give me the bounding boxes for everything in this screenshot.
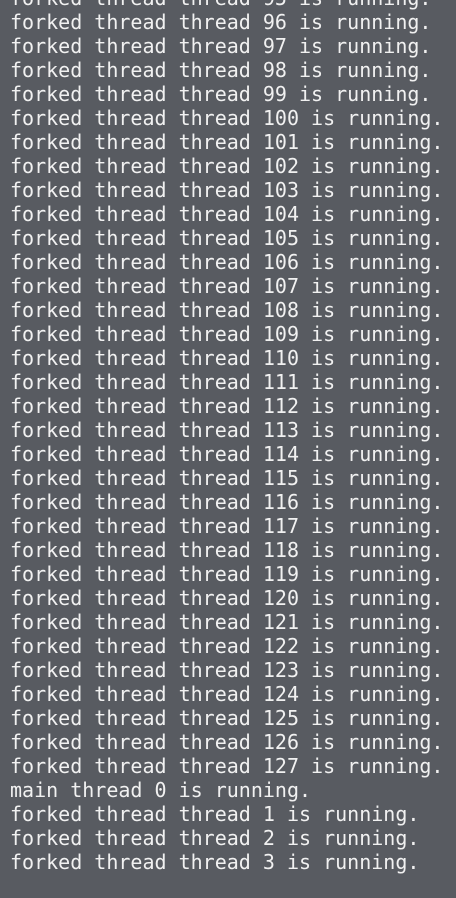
terminal-line: forked thread thread 114 is running.: [10, 442, 444, 466]
terminal-line: forked thread thread 115 is running.: [10, 466, 444, 490]
terminal-line: forked thread thread 110 is running.: [10, 346, 444, 370]
terminal-line: forked thread thread 109 is running.: [10, 322, 444, 346]
terminal-line: forked thread thread 103 is running.: [10, 178, 444, 202]
terminal-line: forked thread thread 101 is running.: [10, 130, 444, 154]
terminal-line: forked thread thread 96 is running.: [10, 10, 432, 34]
terminal-line: forked thread thread 3 is running.: [10, 850, 420, 874]
terminal-line: forked thread thread 97 is running.: [10, 34, 432, 58]
terminal-line: forked thread thread 102 is running.: [10, 154, 444, 178]
terminal-line: forked thread thread 105 is running.: [10, 226, 444, 250]
terminal-line: forked thread thread 100 is running.: [10, 106, 444, 130]
terminal-line: forked thread thread 108 is running.: [10, 298, 444, 322]
terminal-line: main thread 0 is running.: [10, 778, 312, 802]
terminal-line: forked thread thread 112 is running.: [10, 394, 444, 418]
terminal-line: forked thread thread 121 is running.: [10, 610, 444, 634]
terminal-line: forked thread thread 104 is running.: [10, 202, 444, 226]
terminal-line: forked thread thread 99 is running.: [10, 82, 432, 106]
terminal-line: forked thread thread 126 is running.: [10, 730, 444, 754]
terminal-line: forked thread thread 123 is running.: [10, 658, 444, 682]
terminal-line: forked thread thread 116 is running.: [10, 490, 444, 514]
terminal-line: forked thread thread 125 is running.: [10, 706, 444, 730]
terminal-line: forked thread thread 95 is running.: [10, 0, 443, 10]
terminal-line: forked thread thread 2 is running.: [10, 826, 420, 850]
terminal-line: forked thread thread 127 is running.: [10, 754, 444, 778]
terminal-line: forked thread thread 124 is running.: [10, 682, 444, 706]
terminal-line: forked thread thread 111 is running.: [10, 370, 444, 394]
terminal-line: forked thread thread 118 is running.: [10, 538, 444, 562]
terminal-line: forked thread thread 106 is running.: [10, 250, 444, 274]
terminal-line: forked thread thread 117 is running.: [10, 514, 444, 538]
terminal-lines: forked thread thread 95 is running. fork…: [10, 0, 443, 874]
terminal-line: forked thread thread 122 is running.: [10, 634, 444, 658]
terminal-line: forked thread thread 98 is running.: [10, 58, 432, 82]
terminal-output[interactable]: forked thread thread 95 is running. fork…: [0, 0, 456, 898]
terminal-line: forked thread thread 113 is running.: [10, 418, 444, 442]
terminal-line: forked thread thread 1 is running.: [10, 802, 420, 826]
terminal-line: forked thread thread 119 is running.: [10, 562, 444, 586]
terminal-line: forked thread thread 120 is running.: [10, 586, 444, 610]
terminal-line: forked thread thread 107 is running.: [10, 274, 444, 298]
